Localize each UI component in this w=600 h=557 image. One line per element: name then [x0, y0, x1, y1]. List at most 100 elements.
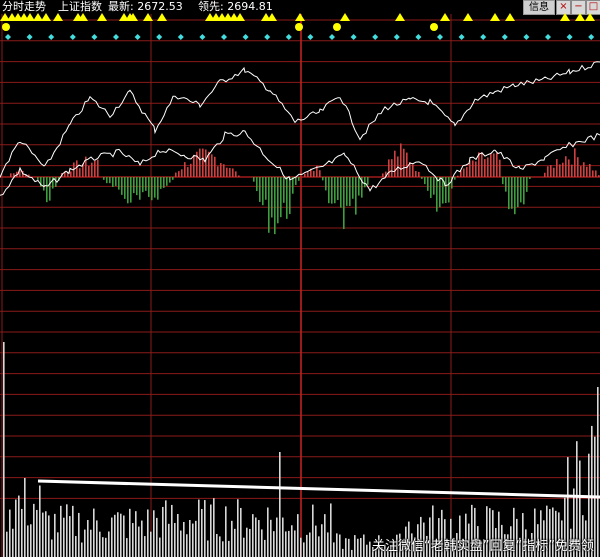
green-bar [166, 177, 168, 186]
green-bar [142, 177, 144, 193]
volume-bar [141, 520, 143, 557]
volume-bar [255, 517, 257, 557]
red-bar [565, 156, 567, 177]
red-bar [94, 160, 96, 177]
volume-bar [165, 500, 167, 557]
red-bar [418, 171, 420, 177]
volume-bar [177, 513, 179, 557]
signal-triangle [490, 13, 500, 21]
volume-bar [60, 505, 62, 557]
signal-diamond [501, 34, 508, 40]
intraday-chart[interactable] [0, 0, 600, 557]
red-bar [175, 172, 177, 177]
signal-triangle [157, 13, 167, 21]
green-bar [514, 177, 516, 215]
red-bar [484, 159, 486, 177]
red-bar [556, 159, 558, 177]
red-bar [211, 154, 213, 177]
signal-dot [333, 23, 341, 31]
green-bar [49, 177, 51, 201]
volume-bar [81, 542, 83, 557]
volume-bar [363, 534, 365, 557]
volume-bar [36, 509, 38, 557]
volume-bar [132, 523, 134, 557]
volume-bar [219, 536, 221, 557]
volume-bar [84, 529, 86, 557]
volume-bar [186, 534, 188, 557]
red-bar [394, 150, 396, 177]
volume-bar [39, 485, 41, 557]
volume-bar [30, 524, 32, 557]
volume-bar [285, 531, 287, 557]
volume-bar [171, 504, 173, 557]
volume-bar [321, 524, 323, 557]
green-bar [520, 177, 522, 203]
volume-bar [204, 500, 206, 557]
green-bar [268, 177, 270, 233]
signal-diamond [566, 34, 573, 40]
green-bar [133, 177, 135, 194]
signal-triangle [97, 13, 107, 21]
green-bar [298, 177, 300, 181]
red-bar [238, 175, 240, 177]
volume-bar [279, 452, 281, 557]
signal-diamond [221, 34, 227, 40]
signal-diamond [113, 34, 119, 40]
red-bar [70, 171, 72, 177]
green-bar [364, 177, 366, 188]
green-bar [448, 177, 450, 203]
volume-bar [198, 499, 200, 557]
volume-bar [9, 509, 11, 557]
red-bar [466, 167, 468, 177]
volume-bar [309, 532, 311, 557]
signal-diamond [545, 34, 551, 40]
volume-bar [195, 520, 197, 557]
volume-bar [201, 508, 203, 557]
volume-bar [207, 540, 209, 557]
red-bar [88, 165, 90, 177]
green-bar [325, 177, 327, 191]
red-bar [499, 159, 501, 177]
signal-triangle [463, 13, 473, 21]
volume-bar [15, 499, 17, 557]
signal-triangle [295, 13, 305, 21]
green-bar [37, 177, 39, 180]
volume-bar [303, 542, 305, 557]
green-bar [121, 177, 123, 195]
volume-bar [21, 508, 23, 557]
volume-bar [348, 538, 350, 557]
signal-diamond [480, 34, 487, 40]
volume-bar [270, 519, 272, 557]
volume-bar [231, 520, 233, 557]
red-bar [319, 170, 321, 177]
volume-bar [54, 513, 56, 557]
volume-bar [33, 503, 35, 557]
volume-bar [234, 528, 236, 557]
volume-bar [351, 549, 353, 557]
green-bar [358, 177, 360, 196]
green-bar [112, 177, 114, 188]
red-bar [187, 167, 189, 177]
green-bar [505, 177, 507, 192]
signal-diamond [285, 34, 292, 40]
signal-diamond [437, 34, 443, 40]
red-bar [178, 171, 180, 177]
red-bar [10, 173, 12, 177]
volume-bar [267, 507, 269, 557]
red-bar [472, 160, 474, 177]
volume-bar [57, 532, 59, 557]
volume-bar [183, 521, 185, 557]
green-bar [277, 177, 279, 224]
red-bar [235, 171, 237, 177]
volume-bar [45, 511, 47, 557]
red-bar [307, 171, 309, 177]
green-bar [145, 177, 147, 191]
red-bar [457, 175, 459, 177]
signal-diamond [242, 34, 249, 40]
signal-diamond [458, 34, 465, 40]
green-bar [43, 177, 45, 191]
volume-bar [42, 512, 44, 557]
red-bar [574, 148, 576, 177]
volume-bar [366, 544, 368, 557]
volume-bar [168, 523, 170, 557]
